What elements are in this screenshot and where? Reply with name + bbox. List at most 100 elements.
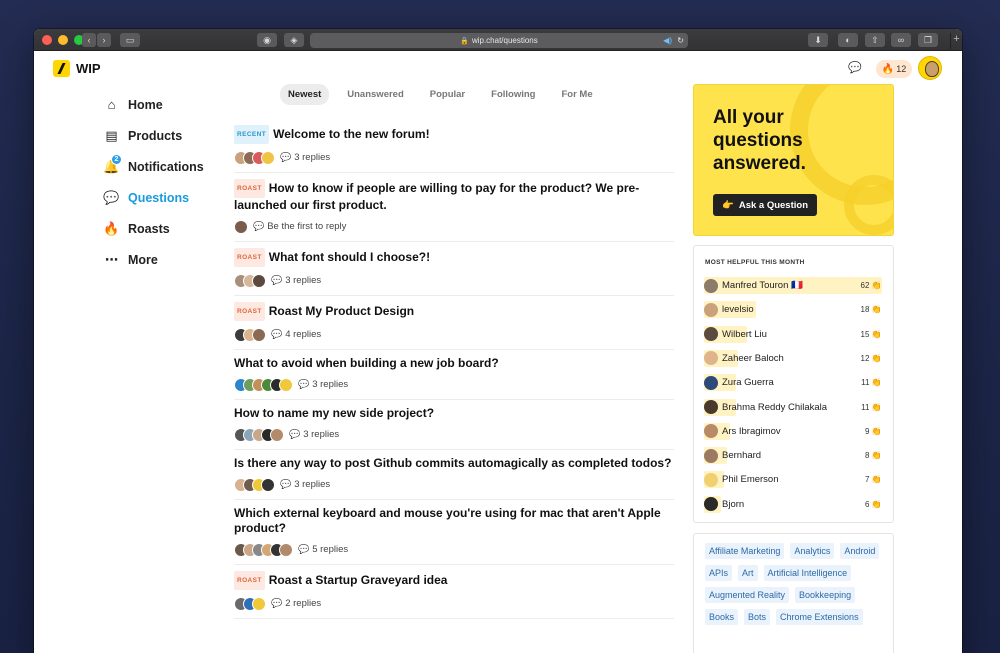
link-icon[interactable]: ∞ [891, 33, 911, 47]
topic-tag[interactable]: Artificial Intelligence [763, 565, 852, 581]
leader-name[interactable]: Phil Emerson [722, 474, 779, 485]
question-item[interactable]: ROAST How to know if people are willing t… [234, 173, 674, 242]
reload-icon[interactable]: ↻ [677, 36, 684, 45]
tab-for-me[interactable]: For Me [553, 84, 600, 105]
topic-tag[interactable]: Bots [744, 609, 771, 625]
question-title[interactable]: ROAST How to know if people are willing t… [234, 179, 674, 213]
logo[interactable]: WIP [53, 60, 101, 77]
question-item[interactable]: RECENT Welcome to the new forum! 💬 3 replie… [234, 119, 674, 173]
sidebar-item-home[interactable]: ⌂ Home [104, 89, 204, 120]
sidebar-item-products[interactable]: ▤ Products [104, 120, 204, 151]
replies-link[interactable]: 💬 3 replies [280, 152, 330, 163]
question-title[interactable]: How to name my new side project? [234, 406, 674, 421]
avatar[interactable] [252, 596, 266, 611]
sidebar-item-more[interactable]: ⋯ More [104, 244, 204, 275]
avatar[interactable] [704, 278, 718, 293]
question-title[interactable]: ROAST Roast My Product Design [234, 302, 674, 321]
question-title[interactable]: RECENT Welcome to the new forum! [234, 125, 674, 144]
replies-link[interactable]: 💬 Be the first to reply [253, 221, 346, 232]
leader-name[interactable]: Brahma Reddy Chilakala [722, 402, 827, 413]
avatar[interactable] [279, 377, 293, 392]
replies-link[interactable]: 💬 5 replies [298, 544, 348, 555]
question-item[interactable]: How to name my new side project? 💬 3 repli… [234, 400, 674, 450]
chat-icon[interactable]: 💬 [848, 61, 862, 74]
leaderboard-row[interactable]: Bernhard 8 👏 [704, 447, 882, 465]
leaderboard-row[interactable]: levelsio 18 👏 [704, 301, 882, 319]
ask-question-button[interactable]: 👉 Ask a Question [713, 194, 818, 216]
sidebar-item-questions[interactable]: 💬 Questions [103, 182, 204, 213]
leader-name[interactable]: Bernhard [722, 450, 761, 461]
question-title[interactable]: ROAST What font should I choose?! [234, 248, 674, 267]
topic-tag[interactable]: Augmented Reality [705, 587, 790, 603]
avatar[interactable] [252, 273, 266, 288]
replies-link[interactable]: 💬 4 replies [271, 329, 321, 340]
question-title[interactable]: Which external keyboard and mouse you're… [234, 506, 674, 536]
replies-link[interactable]: 💬 3 replies [289, 429, 339, 440]
avatar[interactable] [279, 542, 293, 557]
leaderboard-row[interactable]: Phil Emerson 7 👏 [704, 471, 882, 489]
question-item[interactable]: What to avoid when building a new job bo… [234, 350, 674, 400]
replies-link[interactable]: 💬 3 replies [280, 479, 330, 490]
avatar[interactable] [261, 477, 275, 492]
question-title[interactable]: What to avoid when building a new job bo… [234, 356, 674, 371]
privacy-icon[interactable]: ◉ [257, 33, 277, 47]
question-item[interactable]: ROAST Roast a Startup Graveyard idea 💬 2 re… [234, 565, 674, 619]
user-avatar[interactable] [918, 56, 942, 80]
tab-unanswered[interactable]: Unanswered [339, 84, 412, 105]
sidebar-item-roasts[interactable]: 🔥 Roasts [103, 213, 204, 244]
download-icon[interactable]: ⬇ [808, 33, 828, 47]
forward-button[interactable]: › [97, 33, 111, 47]
leader-name[interactable]: Manfred Touron 🇫🇷 [722, 280, 803, 291]
avatar[interactable] [234, 219, 248, 234]
sidebar-item-notifications[interactable]: 🔔 2 Notifications [103, 151, 204, 182]
avatar[interactable] [704, 302, 718, 317]
avatar[interactable] [261, 150, 275, 165]
back-button[interactable]: ‹ [82, 33, 96, 47]
topic-tag[interactable]: Analytics [790, 543, 835, 559]
tab-popular[interactable]: Popular [422, 84, 473, 105]
audio-icon[interactable]: ◀) [663, 36, 672, 45]
avatar[interactable] [704, 327, 718, 342]
topic-tag[interactable]: Art [738, 565, 758, 581]
replies-link[interactable]: 💬 3 replies [271, 275, 321, 286]
share-icon[interactable]: ⇧ [865, 33, 885, 47]
streak-badge[interactable]: 🔥 12 [876, 60, 912, 78]
topic-tag[interactable]: Chrome Extensions [776, 609, 863, 625]
replies-link[interactable]: 💬 3 replies [298, 379, 348, 390]
leader-name[interactable]: Zura Guerra [722, 377, 774, 388]
question-item[interactable]: ROAST What font should I choose?! 💬 3 repli… [234, 242, 674, 296]
leader-name[interactable]: Zaheer Baloch [722, 353, 784, 364]
close-window-button[interactable] [42, 34, 52, 45]
leaderboard-row[interactable]: Wilbert Liu 15 👏 [704, 325, 882, 343]
leaderboard-row[interactable]: Brahma Reddy Chilakala 11 👏 [704, 398, 882, 416]
new-tab-button[interactable]: + [950, 33, 962, 49]
avatar[interactable] [252, 327, 266, 342]
avatar[interactable] [704, 448, 718, 463]
question-title[interactable]: ROAST Roast a Startup Graveyard idea [234, 571, 674, 590]
extension2-icon[interactable]: ◐ [838, 33, 858, 47]
minimize-window-button[interactable] [58, 34, 68, 45]
topic-tag[interactable]: Books [705, 609, 739, 625]
leaderboard-row[interactable]: Manfred Touron 🇫🇷 62 👏 [704, 277, 882, 294]
leaderboard-row[interactable]: Zura Guerra 11 👏 [704, 374, 882, 392]
topic-tag[interactable]: APIs [705, 565, 733, 581]
question-item[interactable]: ROAST Roast My Product Design 💬 4 replies [234, 296, 674, 350]
replies-link[interactable]: 💬 2 replies [271, 598, 321, 609]
leader-name[interactable]: levelsio [722, 304, 754, 315]
avatar[interactable] [270, 427, 284, 442]
tab-following[interactable]: Following [483, 84, 543, 105]
tabs-overview-icon[interactable]: ❐ [918, 33, 938, 47]
avatar[interactable] [704, 400, 718, 414]
question-item[interactable]: Which external keyboard and mouse you're… [234, 500, 674, 565]
avatar[interactable] [704, 375, 718, 390]
leaderboard-row[interactable]: Zaheer Baloch 12 👏 [704, 349, 882, 367]
leader-name[interactable]: Ars Ibragimov [722, 426, 781, 437]
question-title[interactable]: Is there any way to post Github commits … [234, 456, 674, 471]
leader-name[interactable]: Bjorn [722, 499, 744, 510]
topic-tag[interactable]: Affiliate Marketing [705, 543, 785, 559]
extension-icon[interactable]: ◈ [284, 33, 304, 47]
leader-name[interactable]: Wilbert Liu [722, 329, 767, 340]
address-bar[interactable]: 🔒 wip.chat/questions ◀) ↻ [310, 33, 688, 48]
topic-tag[interactable]: Bookkeeping [795, 587, 856, 603]
sidebar-toggle-button[interactable]: ▭ [120, 33, 140, 47]
